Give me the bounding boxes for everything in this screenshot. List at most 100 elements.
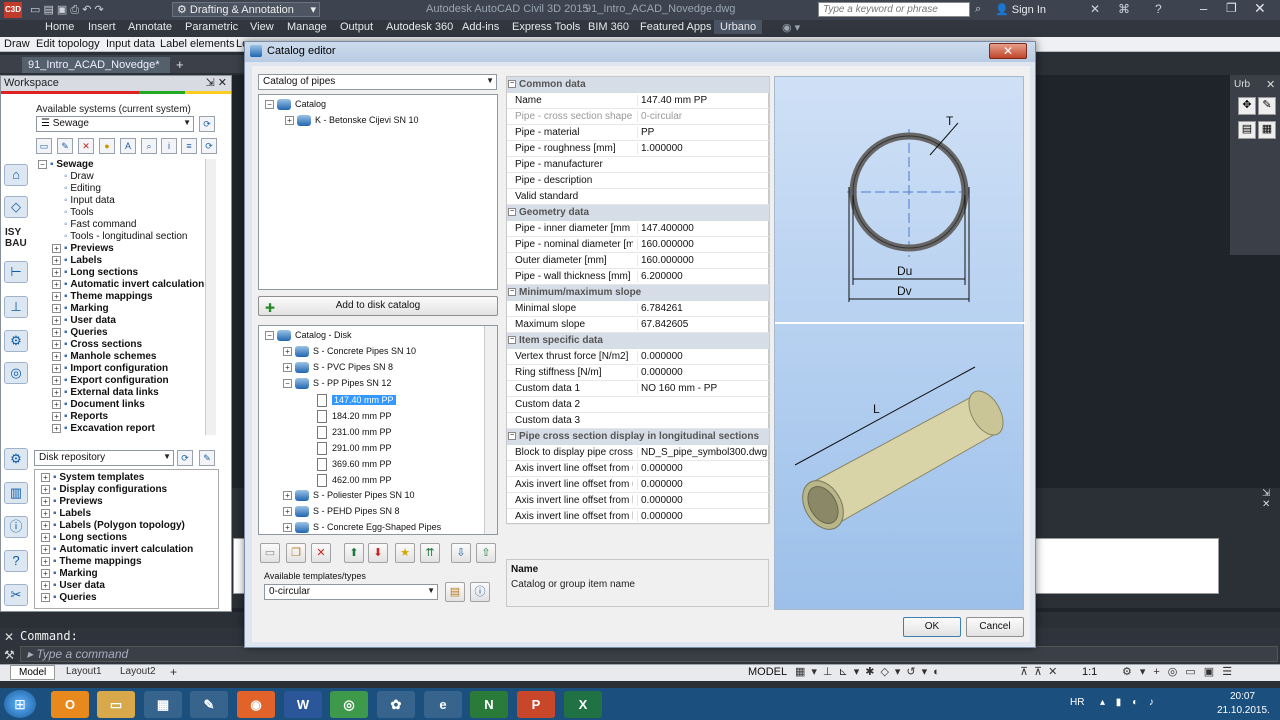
property-value[interactable]: 0.000000: [637, 479, 767, 490]
tree-node-pipe-item[interactable]: 147.40 mm PP: [317, 394, 396, 407]
expand-icon[interactable]: +: [285, 116, 294, 126]
sort-icon[interactable]: ⇈: [420, 543, 440, 563]
add-layout-icon[interactable]: +: [170, 665, 177, 679]
ie-icon[interactable]: e: [424, 691, 462, 718]
edit-icon[interactable]: ✎: [57, 138, 73, 154]
expand-icon[interactable]: +: [41, 592, 50, 602]
tree-node-group[interactable]: + S - Poliester Pipes SN 10: [283, 490, 415, 502]
expand-icon[interactable]: +: [41, 568, 50, 578]
repository-tree-item[interactable]: + ▪ Queries: [41, 592, 97, 603]
property-value[interactable]: 0.000000: [637, 511, 767, 522]
property-value[interactable]: 1.000000: [637, 143, 767, 154]
workspace-tree-item[interactable]: + ▪ Cross sections: [52, 339, 142, 350]
expand-icon[interactable]: +: [52, 255, 61, 265]
workspace-tree-item[interactable]: + ▪ Automatic invert calculation: [52, 279, 204, 290]
property-row[interactable]: Pipe - wall thickness [mm] 6.200000: [507, 269, 769, 285]
workspace-tree-item[interactable]: + ▪ Import configuration: [52, 363, 168, 374]
collapse-icon[interactable]: −: [508, 336, 516, 344]
property-value[interactable]: ND_S_pipe_symbol300.dwg: [637, 447, 767, 458]
tab-autodesk-360[interactable]: Autodesk 360: [386, 21, 453, 33]
property-row[interactable]: Maximum slope 67.842605: [507, 317, 769, 333]
expand-icon[interactable]: +: [52, 339, 61, 349]
refresh-icon[interactable]: ⟳: [177, 450, 193, 466]
tree-node-group[interactable]: + S - Concrete Egg-Shaped Pipes: [283, 522, 441, 534]
workspace-tree-item[interactable]: + ▪ Marking: [52, 303, 109, 314]
list-icon[interactable]: ≡: [181, 138, 197, 154]
workspace-dropdown[interactable]: ⚙ Drafting & Annotation ▾: [172, 2, 320, 17]
expand-icon[interactable]: +: [52, 327, 61, 337]
tree-node-pipe-item[interactable]: 184.20 mm PP: [317, 410, 392, 423]
workspace-tree-item[interactable]: ◦ Draw: [64, 171, 94, 182]
property-value[interactable]: NO 160 mm - PP: [637, 383, 767, 394]
expand-icon[interactable]: +: [52, 363, 61, 373]
exchange-icon[interactable]: ✕: [1090, 2, 1100, 16]
database-icon[interactable]: ▥: [4, 482, 28, 504]
new-tab-icon[interactable]: +: [176, 57, 184, 72]
workspace-tree-item[interactable]: ◦ Editing: [64, 183, 101, 194]
property-value[interactable]: 0.000000: [637, 367, 767, 378]
workspace-tree-item[interactable]: + ▪ Reports: [52, 411, 108, 422]
workspace-tree-item[interactable]: + ▪ Labels: [52, 255, 102, 266]
tree-node-group[interactable]: − S - PP Pipes SN 12: [283, 378, 391, 390]
tab-manage[interactable]: Manage: [287, 21, 327, 33]
workspace-tree-item[interactable]: + ▪ Queries: [52, 327, 108, 338]
expand-icon[interactable]: +: [283, 523, 292, 533]
collapse-icon[interactable]: −: [283, 379, 292, 389]
tab-insert[interactable]: Insert: [88, 21, 116, 33]
workspace-tree-item[interactable]: ◦ Input data: [64, 195, 115, 206]
tab-featured-apps[interactable]: Featured Apps: [640, 21, 712, 33]
valve-icon[interactable]: ⊥: [4, 296, 28, 318]
search-icon[interactable]: ⌕: [975, 3, 981, 16]
workspace-tree-item[interactable]: + ▪ Excavation report: [52, 423, 155, 434]
info-icon[interactable]: i: [161, 138, 177, 154]
drafting-toggles[interactable]: ▦▾⊥⊾▾✱◇▾↺▾◐: [795, 665, 946, 678]
property-row[interactable]: Pipe - inner diameter [mm 147.400000: [507, 221, 769, 237]
property-value[interactable]: 6.784261: [637, 303, 767, 314]
property-category[interactable]: − Pipe cross section display in longitudi…: [507, 429, 769, 445]
property-value[interactable]: 160.000000: [637, 255, 767, 266]
property-category[interactable]: − Common data: [507, 77, 769, 93]
expand-icon[interactable]: +: [41, 544, 50, 554]
expand-icon[interactable]: +: [52, 423, 61, 433]
workspace-tree-item[interactable]: ◦ Tools: [64, 207, 94, 218]
property-value[interactable]: 160.000000: [637, 239, 767, 250]
expand-icon[interactable]: +: [52, 279, 61, 289]
collapse-icon[interactable]: −: [265, 100, 274, 110]
menu-label-elements[interactable]: Label elements: [160, 38, 235, 50]
workspace-tree-item[interactable]: ◦ Tools - longitudinal section: [64, 231, 187, 242]
property-row[interactable]: Block to display pipe cross ND_S_pipe_sym…: [507, 445, 769, 461]
tab-annotate[interactable]: Annotate: [128, 21, 172, 33]
expand-icon[interactable]: +: [52, 351, 61, 361]
refresh-icon[interactable]: ⟳: [199, 116, 215, 132]
tab-output[interactable]: Output: [340, 21, 373, 33]
copy-icon[interactable]: ❐: [286, 543, 306, 563]
tree-node-group[interactable]: + S - PVC Pipes SN 8: [283, 362, 393, 374]
tree-scrollbar[interactable]: [205, 159, 216, 435]
refresh-icon[interactable]: ⟳: [201, 138, 217, 154]
menu-edit-topology[interactable]: Edit topology: [36, 38, 100, 50]
expand-icon[interactable]: +: [52, 387, 61, 397]
property-value[interactable]: 0.000000: [637, 351, 767, 362]
calculator-icon[interactable]: ▦: [144, 691, 182, 718]
info-icon[interactable]: ⓘ: [4, 516, 28, 538]
grid-scrollbar[interactable]: [769, 76, 773, 524]
network-icon[interactable]: ◇: [4, 196, 28, 218]
property-row[interactable]: Valid standard: [507, 189, 769, 205]
firefox-icon[interactable]: ◉: [237, 691, 275, 718]
property-category[interactable]: − Geometry data: [507, 205, 769, 221]
property-value[interactable]: 0-circular: [637, 111, 767, 122]
tree-node-catalog-disk[interactable]: − Catalog - Disk: [265, 330, 352, 342]
tab-view[interactable]: View: [250, 21, 274, 33]
property-row[interactable]: Minimal slope 6.784261: [507, 301, 769, 317]
workspace-tree-item[interactable]: + ▪ Export configuration: [52, 375, 169, 386]
property-row[interactable]: Outer diameter [mm] 160.000000: [507, 253, 769, 269]
tab-layout1[interactable]: Layout1: [66, 666, 102, 677]
delete-icon[interactable]: ✕: [78, 138, 94, 154]
expand-icon[interactable]: +: [283, 347, 292, 357]
expand-icon[interactable]: +: [283, 491, 292, 501]
workspace-tree-item[interactable]: + ▪ Document links: [52, 399, 145, 410]
powerpoint-icon[interactable]: P: [517, 691, 555, 718]
edit-icon[interactable]: ✎: [1258, 97, 1276, 115]
document-tab[interactable]: 91_Intro_ACAD_Novedge*: [22, 57, 170, 73]
property-row[interactable]: Axis invert line offset from u 0.000000: [507, 461, 769, 477]
